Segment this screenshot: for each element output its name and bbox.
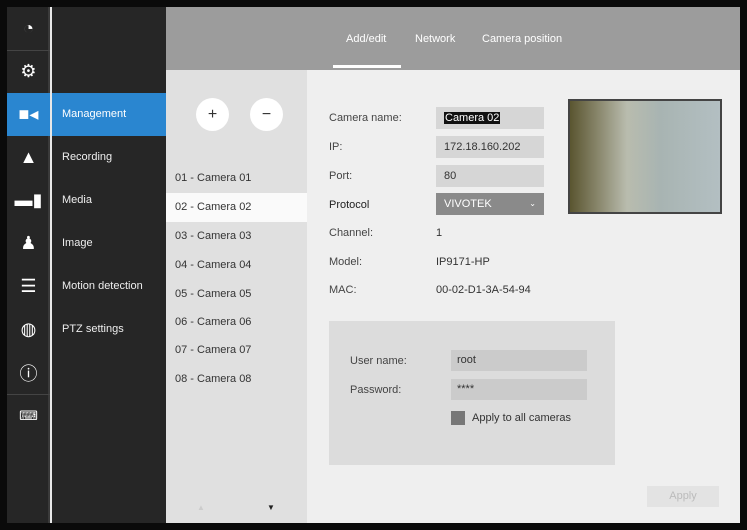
camera-list-item-selected[interactable]: 02 - Camera 02 bbox=[166, 193, 307, 222]
settings-nav: Management Recording Media Image Motion … bbox=[52, 7, 166, 523]
keyboard-icon[interactable]: ⌨ bbox=[7, 394, 50, 437]
active-tab-indicator bbox=[333, 65, 401, 68]
port-input[interactable]: 80 bbox=[436, 165, 544, 187]
camera-list-item[interactable]: 08 - Camera 08 bbox=[166, 365, 307, 394]
scroll-down-icon[interactable]: ▼ bbox=[267, 503, 275, 512]
camera-name-label: Camera name: bbox=[329, 112, 402, 124]
nav-media[interactable]: Media bbox=[52, 179, 166, 222]
tab-camera-position[interactable]: Camera position bbox=[482, 33, 562, 45]
add-camera-button[interactable]: + bbox=[196, 98, 229, 131]
live-view-icon[interactable]: ◔ bbox=[7, 7, 50, 50]
scroll-up-icon[interactable]: ▲ bbox=[197, 503, 205, 512]
tab-add-edit[interactable]: Add/edit bbox=[346, 33, 386, 45]
nav-image[interactable]: Image bbox=[52, 222, 166, 265]
password-input[interactable]: **** bbox=[451, 379, 587, 400]
ip-input[interactable]: 172.18.160.202 bbox=[436, 136, 544, 158]
app-window: ◔ ⚙ ■◂ ▲ ▬▮ ♟ ☰ ◍ ⓘ ⌨ Management Recordi… bbox=[7, 7, 740, 523]
mac-label: MAC: bbox=[329, 284, 357, 296]
globe-icon[interactable]: ◍ bbox=[7, 308, 50, 351]
nav-motion-detection[interactable]: Motion detection bbox=[52, 265, 166, 308]
credentials-box: User name: root Password: **** Apply to … bbox=[329, 321, 615, 465]
camera-list-item[interactable]: 03 - Camera 03 bbox=[166, 222, 307, 251]
camera-list-item[interactable]: 07 - Camera 07 bbox=[166, 336, 307, 365]
protocol-select[interactable]: VIVOTEK ⌄ bbox=[436, 193, 544, 215]
nav-recording[interactable]: Recording bbox=[52, 136, 166, 179]
add-edit-panel: Camera name: Camera 02 IP: 172.18.160.20… bbox=[307, 70, 740, 523]
icon-sidebar: ◔ ⚙ ■◂ ▲ ▬▮ ♟ ☰ ◍ ⓘ ⌨ bbox=[7, 7, 50, 523]
camera-list-item[interactable]: 04 - Camera 04 bbox=[166, 251, 307, 280]
ip-label: IP: bbox=[329, 141, 343, 153]
apply-button[interactable]: Apply bbox=[647, 486, 719, 507]
apply-all-checkbox[interactable] bbox=[451, 411, 465, 425]
password-label: Password: bbox=[350, 384, 402, 396]
camera-name-input[interactable]: Camera 02 bbox=[436, 107, 544, 129]
chevron-down-icon: ⌄ bbox=[529, 199, 536, 208]
model-value: IP9171-HP bbox=[436, 256, 490, 268]
tab-network[interactable]: Network bbox=[415, 33, 455, 45]
remove-camera-button[interactable]: − bbox=[250, 98, 283, 131]
apply-all-label: Apply to all cameras bbox=[472, 412, 572, 424]
camera-preview-image bbox=[568, 99, 722, 214]
database-icon[interactable]: ☰ bbox=[7, 265, 50, 308]
protocol-value: VIVOTEK bbox=[444, 198, 492, 210]
nav-management[interactable]: Management bbox=[52, 93, 166, 136]
nav-ptz-settings[interactable]: PTZ settings bbox=[52, 308, 166, 351]
protocol-label: Protocol bbox=[329, 199, 370, 211]
tab-bar: Add/edit Network Camera position bbox=[166, 7, 740, 70]
camera-list-item[interactable]: 06 - Camera 06 bbox=[166, 308, 307, 337]
computer-icon[interactable]: ▬▮ bbox=[7, 179, 50, 222]
info-icon[interactable]: ⓘ bbox=[7, 351, 50, 394]
port-label: Port: bbox=[329, 170, 353, 182]
camera-list-item[interactable]: 01 - Camera 01 bbox=[166, 164, 307, 193]
channel-label: Channel: bbox=[329, 227, 374, 239]
user-name-input[interactable]: root bbox=[451, 350, 587, 371]
camera-icon[interactable]: ■◂ bbox=[7, 93, 50, 136]
user-icon[interactable]: ♟ bbox=[7, 222, 50, 265]
camera-list: + − 01 - Camera 01 02 - Camera 02 03 - C… bbox=[166, 70, 307, 523]
user-name-label: User name: bbox=[350, 355, 407, 367]
channel-value: 1 bbox=[436, 227, 443, 239]
mac-value: 00-02-D1-3A-54-94 bbox=[436, 284, 531, 296]
camera-name-value: Camera 02 bbox=[444, 112, 501, 124]
model-label: Model: bbox=[329, 256, 363, 268]
alert-bell-icon[interactable]: ▲ bbox=[7, 136, 50, 179]
settings-icon[interactable]: ⚙ bbox=[7, 50, 50, 93]
camera-list-item[interactable]: 05 - Camera 05 bbox=[166, 280, 307, 309]
